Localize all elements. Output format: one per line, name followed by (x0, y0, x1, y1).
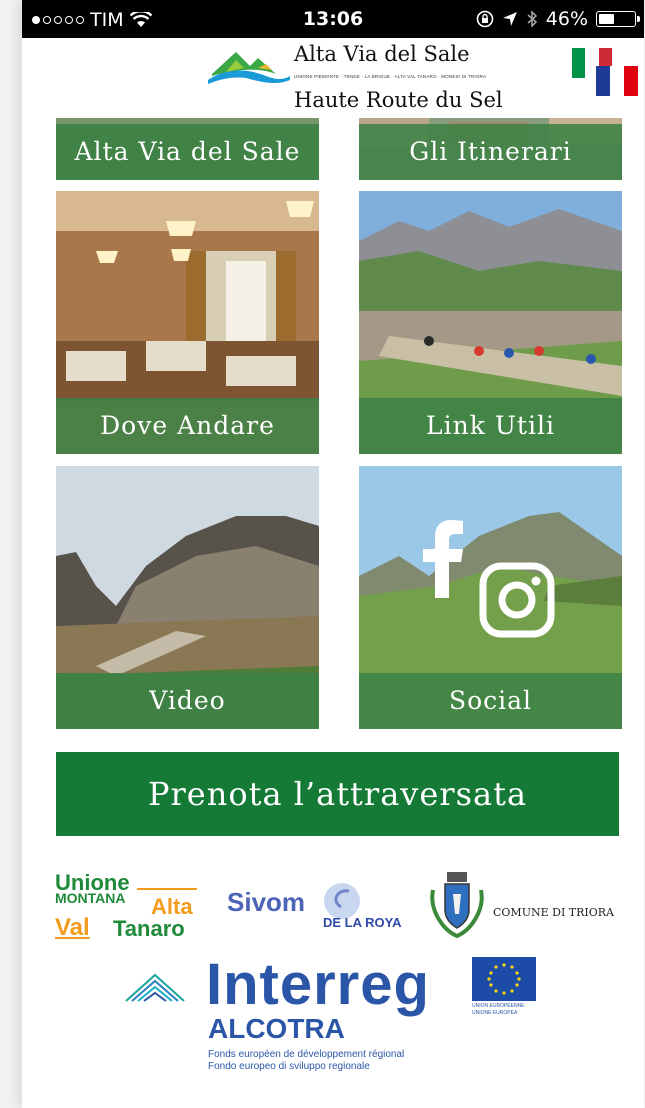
unione-montana-logo[interactable]: Unione MONTANA Alta Val Tanaro (55, 870, 205, 942)
triora-logo[interactable]: COMUNE DI TRIORA (427, 870, 614, 945)
tile-label: Dove Andare (100, 411, 275, 440)
tile-label: Gli Itinerari (409, 137, 572, 166)
tile-itinerari[interactable]: Gli Itinerari (359, 118, 622, 180)
logo-tagline: UNIONE PIEMONTE · TENDE · LA BRIGUE · AL… (294, 74, 487, 79)
language-switcher[interactable] (572, 48, 638, 98)
facebook-icon[interactable] (421, 518, 467, 598)
coat-of-arms-icon (430, 872, 484, 939)
tile-label: Alta Via del Sale (74, 137, 301, 166)
unione-line3b: Tanaro (113, 916, 185, 941)
battery-icon (596, 11, 640, 27)
instagram-icon[interactable] (479, 562, 555, 638)
status-right: 46% (476, 8, 640, 30)
alcotra-word: ALCOTRA (208, 1013, 345, 1044)
status-bar: TIM 13:06 46% (22, 0, 644, 38)
tile-label: Video (149, 686, 226, 715)
logo-rule (137, 888, 197, 890)
orientation-lock-icon (476, 10, 494, 28)
battery-percent: 46% (545, 8, 588, 30)
eu-text-it: UNIONE EUROPEA (472, 1010, 518, 1016)
fund-fr: Fonds européen de développement régional (208, 1049, 405, 1060)
tile-video[interactable]: Video (56, 466, 319, 729)
eu-flag-icon (472, 957, 536, 1001)
tile-dove-andare[interactable]: Dove Andare (56, 191, 319, 454)
unione-line2: MONTANA (55, 890, 126, 906)
sivom-sub: DE LA ROYA (323, 915, 402, 930)
tile-label: Link Utili (426, 411, 555, 440)
interreg-alcotra-logo[interactable]: Interreg ALCOTRA Fonds européen de dével… (122, 952, 552, 1075)
unione-line3: Val (55, 914, 90, 941)
eu-text-fr: UNION EUROPÉENNE (472, 1003, 525, 1009)
alcotra-mountain-icon (125, 973, 185, 1002)
app-header: Alta Via del Sale UNIONE PIEMONTE · TEND… (22, 38, 644, 118)
tile-label: Social (448, 686, 533, 715)
logo-subtitle: Haute Route du Sel (294, 88, 503, 112)
book-crossing-button[interactable]: Prenota l’attraversata (56, 752, 619, 836)
location-icon (502, 12, 517, 26)
triora-name: COMUNE DI TRIORA (493, 906, 614, 919)
interreg-word: Interreg (206, 952, 430, 1017)
fund-it: Fondo europeo di sviluppo regionale (208, 1061, 370, 1072)
tile-alta-via[interactable]: Alta Via del Sale (56, 118, 319, 180)
mountain-logo-icon (208, 52, 290, 84)
sivom-name: Sivom (227, 887, 306, 917)
logo-title: Alta Via del Sale (294, 42, 470, 66)
french-flag-icon[interactable] (596, 66, 638, 96)
tile-link-utili[interactable]: Link Utili (359, 191, 622, 454)
tile-social[interactable]: Social (359, 466, 622, 729)
phone-screen: TIM 13:06 46% Alta Via del Sale UNIONE P… (22, 0, 644, 1108)
bluetooth-icon (527, 10, 537, 28)
